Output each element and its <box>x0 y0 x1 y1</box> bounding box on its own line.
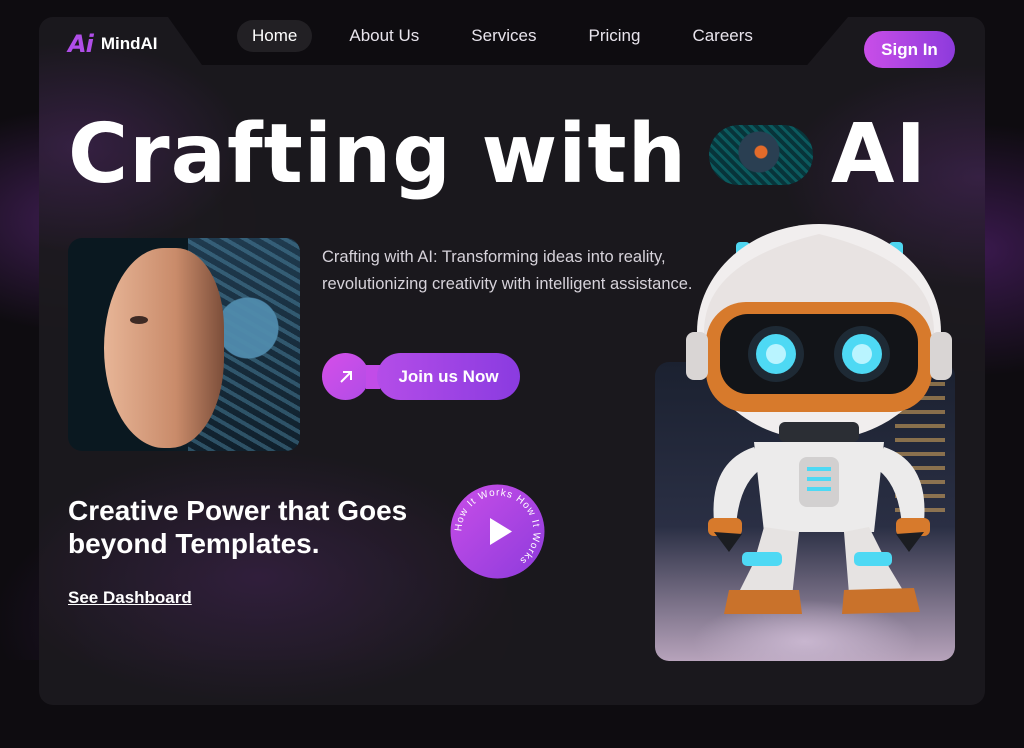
nav-item-home[interactable]: Home <box>237 20 313 52</box>
brand-logo[interactable]: Ai MindAI <box>68 30 157 58</box>
creative-power-heading: Creative Power that Goes beyond Template… <box>68 495 408 559</box>
brand-name: MindAI <box>100 34 158 53</box>
join-us-button[interactable]: Join us Now <box>322 353 520 400</box>
how-it-works-button[interactable]: How It Works How It Works <box>450 484 545 579</box>
nav-item-about-us[interactable]: About Us <box>334 20 434 52</box>
arrow-up-right-icon[interactable] <box>322 353 369 400</box>
sign-in-button[interactable]: Sign In <box>864 31 955 68</box>
hero-title-ai: AI <box>831 107 927 202</box>
hero-title-text: Crafting with <box>68 107 687 202</box>
main-nav: Home About Us Services Pricing Careers <box>237 20 790 52</box>
hero-description: Crafting with AI: Transforming ideas int… <box>322 248 693 293</box>
cyborg-portrait-image <box>68 238 300 451</box>
nav-item-services[interactable]: Services <box>456 20 551 52</box>
ai-chip-image <box>709 125 813 185</box>
see-dashboard-link[interactable]: See Dashboard <box>68 588 192 608</box>
robot-illustration <box>686 224 952 614</box>
join-us-label[interactable]: Join us Now <box>377 353 520 400</box>
hero-title: Crafting with AI <box>68 110 927 200</box>
logo-mark-icon: Ai <box>68 30 94 58</box>
nav-item-careers[interactable]: Careers <box>677 20 767 52</box>
nav-item-pricing[interactable]: Pricing <box>573 20 655 52</box>
